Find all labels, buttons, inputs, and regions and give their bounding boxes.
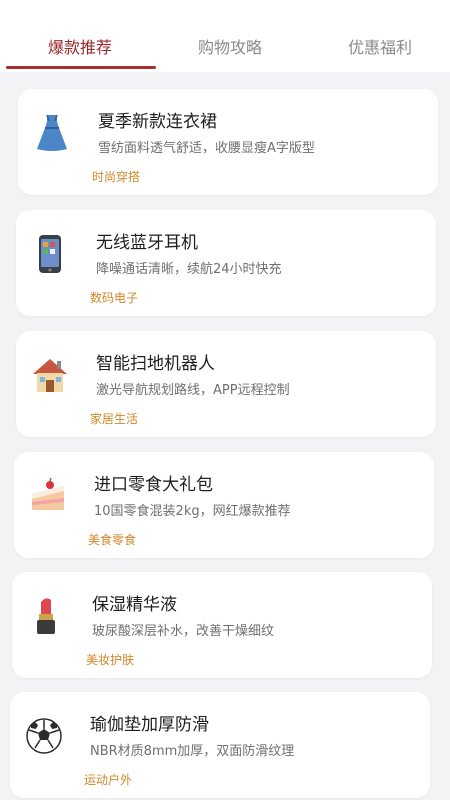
phone-icon — [30, 234, 70, 274]
item-description: NBR材质8mm加厚，双面防滑纹理 — [90, 744, 295, 759]
item-title: 瑜伽垫加厚防滑 — [90, 715, 209, 735]
item-title: 进口零食大礼包 — [94, 475, 213, 495]
tab-discount-benefits[interactable]: 优惠福利 — [348, 34, 412, 58]
cake-icon — [28, 476, 68, 516]
item-description: 雪纺面料透气舒适，收腰显瘦A字版型 — [98, 141, 315, 156]
item-category-tag[interactable]: 美食零食 — [88, 531, 136, 548]
tab-hot-recommend[interactable]: 爆款推荐 — [48, 34, 112, 58]
item-category-tag[interactable]: 时尚穿搭 — [92, 168, 140, 185]
list-item[interactable]: 夏季新款连衣裙 雪纺面料透气舒适，收腰显瘦A字版型 时尚穿搭 — [18, 89, 438, 195]
house-icon — [30, 355, 70, 395]
item-description: 降噪通话清晰，续航24小时快充 — [96, 262, 282, 277]
soccer-ball-icon — [24, 716, 64, 756]
item-category-tag[interactable]: 美妆护肤 — [86, 651, 134, 668]
list-item[interactable]: 保湿精华液 玻尿酸深层补水，改善干燥细纹 美妆护肤 — [12, 572, 432, 678]
item-title: 无线蓝牙耳机 — [96, 233, 198, 253]
item-title: 智能扫地机器人 — [96, 354, 215, 374]
item-category-tag[interactable]: 数码电子 — [90, 289, 138, 306]
list-item[interactable]: 进口零食大礼包 10国零食混装2kg，网红爆款推荐 美食零食 — [14, 452, 434, 558]
item-description: 玻尿酸深层补水，改善干燥细纹 — [92, 624, 275, 639]
list-item[interactable]: 无线蓝牙耳机 降噪通话清晰，续航24小时快充 数码电子 — [16, 210, 436, 316]
top-tab-bar: 爆款推荐 购物攻略 优惠福利 — [0, 0, 450, 72]
dress-icon — [32, 113, 72, 153]
lipstick-icon — [26, 596, 66, 636]
item-title: 保湿精华液 — [92, 595, 177, 615]
active-tab-indicator — [6, 66, 156, 69]
product-list[interactable]: 夏季新款连衣裙 雪纺面料透气舒适，收腰显瘦A字版型 时尚穿搭 无线蓝牙耳机 降噪… — [0, 72, 450, 800]
tab-shopping-guide[interactable]: 购物攻略 — [198, 34, 262, 58]
item-title: 夏季新款连衣裙 — [98, 112, 217, 132]
list-item[interactable]: 瑜伽垫加厚防滑 NBR材质8mm加厚，双面防滑纹理 运动户外 — [10, 692, 430, 798]
item-category-tag[interactable]: 家居生活 — [90, 410, 138, 427]
item-description: 10国零食混装2kg，网红爆款推荐 — [94, 504, 291, 519]
item-description: 激光导航规划路线，APP远程控制 — [96, 383, 290, 398]
item-category-tag[interactable]: 运动户外 — [84, 771, 132, 788]
list-item[interactable]: 智能扫地机器人 激光导航规划路线，APP远程控制 家居生活 — [16, 331, 436, 437]
